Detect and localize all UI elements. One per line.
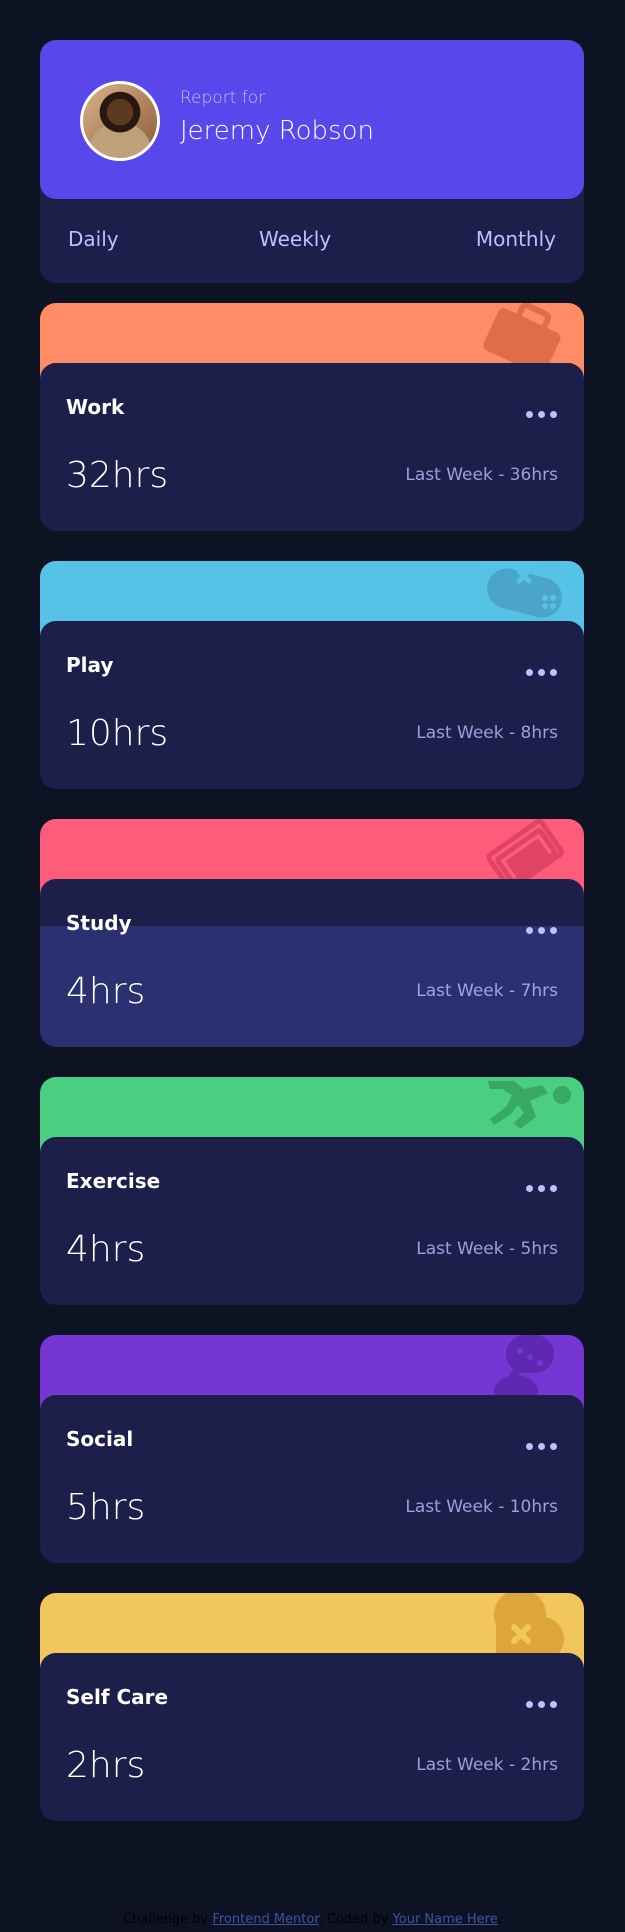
profile-card: Report for Jeremy Robson Daily Weekly Mo… — [40, 40, 584, 283]
previous-hours: Last Week - 8hrs — [416, 723, 558, 743]
tab-monthly[interactable]: Monthly — [476, 227, 556, 251]
current-hours: 4hrs — [66, 971, 146, 1012]
previous-hours: Last Week - 5hrs — [416, 1239, 558, 1259]
profile-header: Report for Jeremy Robson — [40, 40, 584, 199]
ellipsis-icon[interactable] — [526, 409, 558, 419]
card-body[interactable]: Play 10hrs Last Week - 8hrs — [40, 621, 584, 789]
report-for-label: Report for — [180, 88, 266, 108]
activity-card-study: Study 4hrs Last Week - 7hrs — [40, 819, 584, 1047]
tab-weekly[interactable]: Weekly — [259, 227, 331, 251]
card-title: Work — [66, 395, 125, 419]
card-body[interactable]: Work 32hrs Last Week - 36hrs — [40, 363, 584, 531]
user-name: Jeremy Robson — [180, 116, 374, 146]
previous-hours: Last Week - 7hrs — [416, 981, 558, 1001]
attribution-coded-label: . Coded by — [318, 1912, 389, 1927]
card-title: Study — [66, 911, 132, 935]
activity-card-social: Social 5hrs Last Week - 10hrs — [40, 1335, 584, 1563]
activity-card-work: Work 32hrs Last Week - 36hrs — [40, 303, 584, 531]
previous-hours: Last Week - 2hrs — [416, 1755, 558, 1775]
attribution-end: . — [497, 1912, 502, 1927]
current-hours: 32hrs — [66, 455, 169, 496]
current-hours: 5hrs — [66, 1487, 146, 1528]
activity-card-self-care: Self Care 2hrs Last Week - 2hrs — [40, 1593, 584, 1821]
card-title: Social — [66, 1427, 134, 1451]
card-body[interactable]: Social 5hrs Last Week - 10hrs — [40, 1395, 584, 1563]
activity-card-play: Play 10hrs Last Week - 8hrs — [40, 561, 584, 789]
activity-card-exercise: Exercise 4hrs Last Week - 5hrs — [40, 1077, 584, 1305]
ellipsis-icon[interactable] — [526, 1441, 558, 1451]
ellipsis-icon[interactable] — [526, 1699, 558, 1709]
current-hours: 10hrs — [66, 713, 169, 754]
current-hours: 4hrs — [66, 1229, 146, 1270]
tab-daily[interactable]: Daily — [68, 227, 119, 251]
attribution-challenge-label: Challenge by — [123, 1912, 209, 1927]
previous-hours: Last Week - 36hrs — [405, 465, 558, 485]
author-link[interactable]: Your Name Here — [393, 1912, 498, 1927]
card-body[interactable]: Exercise 4hrs Last Week - 5hrs — [40, 1137, 584, 1305]
previous-hours: Last Week - 10hrs — [405, 1497, 558, 1517]
attribution: Challenge by Frontend Mentor. Coded by Y… — [0, 1912, 625, 1927]
ellipsis-icon[interactable] — [526, 925, 558, 935]
card-body[interactable]: Self Care 2hrs Last Week - 2hrs — [40, 1653, 584, 1821]
card-title: Self Care — [66, 1685, 169, 1709]
frontend-mentor-link[interactable]: Frontend Mentor — [212, 1912, 318, 1927]
card-title: Exercise — [66, 1169, 161, 1193]
card-title: Play — [66, 653, 114, 677]
dashboard: Report for Jeremy Robson Daily Weekly Mo… — [40, 40, 584, 1821]
ellipsis-icon[interactable] — [526, 667, 558, 677]
avatar — [80, 81, 160, 161]
card-body[interactable]: Study 4hrs Last Week - 7hrs — [40, 879, 584, 1047]
timeframe-tabs: Daily Weekly Monthly — [40, 199, 584, 283]
ellipsis-icon[interactable] — [526, 1183, 558, 1193]
current-hours: 2hrs — [66, 1745, 146, 1786]
